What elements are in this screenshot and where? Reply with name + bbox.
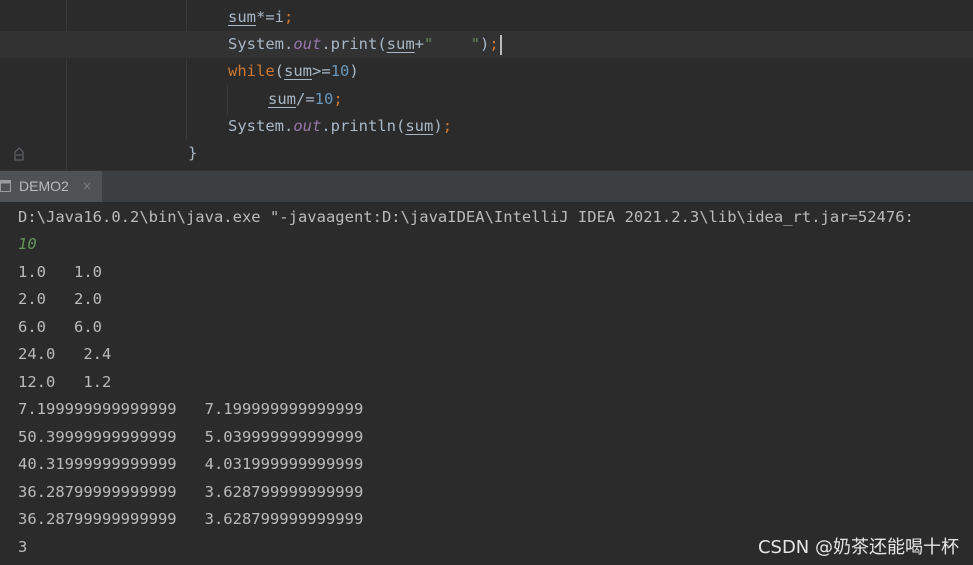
console-output-line: 12.0 1.2 <box>18 373 112 391</box>
code-line: sum/=10; <box>0 86 973 113</box>
watermark-text: CSDN @奶茶还能喝十杯 <box>757 537 959 558</box>
console-window-icon <box>0 180 11 192</box>
code-line: } <box>0 140 973 167</box>
code-line: while(sum>=10) <box>0 58 973 85</box>
code-token-variable: sum <box>284 62 313 80</box>
code-token-paren: ) <box>349 62 359 80</box>
console-output-line: 3 <box>18 538 28 556</box>
run-console[interactable]: D:\Java16.0.2\bin\java.exe "-javaagent:D… <box>0 202 973 565</box>
close-icon[interactable]: × <box>82 171 92 202</box>
code-token-class: System <box>228 35 284 53</box>
code-token-paren: ) <box>433 117 443 135</box>
run-tool-window-tabbar: DEMO2 × <box>0 170 973 203</box>
code-token-class: System <box>228 117 284 135</box>
code-line: sum*=i; <box>0 4 973 31</box>
code-token-semicolon: ; <box>489 35 499 53</box>
console-output-line: 1.0 1.0 <box>18 263 102 281</box>
code-editor[interactable]: sum*=i; System.out.print(sum+" "); while… <box>0 0 973 170</box>
code-token-variable: sum <box>268 90 296 108</box>
code-line: System.out.println(sum); <box>0 113 973 140</box>
code-token-number: 10 <box>330 62 350 80</box>
code-token-semicolon: ; <box>442 117 453 135</box>
code-line-current: System.out.print(sum+" "); <box>0 31 973 58</box>
code-token-paren: ) <box>480 35 490 53</box>
code-token-keyword: while <box>228 62 275 80</box>
code-token-dot: . <box>284 35 294 53</box>
code-token-field: out <box>293 117 322 135</box>
console-output-line: 24.0 2.4 <box>18 345 112 363</box>
code-token-semicolon: ; <box>284 8 294 26</box>
console-user-input: 10 <box>18 235 37 253</box>
code-token-operator: >= <box>312 62 331 80</box>
code-token-variable: sum <box>405 117 434 135</box>
console-output-line: 50.39999999999999 5.039999999999999 <box>18 428 364 446</box>
code-token-variable: sum <box>228 8 256 26</box>
console-command-line: D:\Java16.0.2\bin\java.exe "-javaagent:D… <box>18 208 914 226</box>
code-token-paren: ( <box>274 62 285 80</box>
code-token-operator: /= <box>296 90 315 108</box>
code-token-string: " " <box>424 35 481 53</box>
console-output-line: 36.28799999999999 3.628799999999999 <box>18 510 364 528</box>
run-tab-label: DEMO2 <box>19 178 69 194</box>
run-tab-demo2[interactable]: DEMO2 × <box>0 171 102 202</box>
code-token-semicolon: ; <box>333 90 343 108</box>
code-token-operator: + <box>414 35 425 53</box>
ide-window: sum*=i; System.out.print(sum+" "); while… <box>0 0 973 565</box>
code-token-field: out <box>293 35 322 53</box>
console-output-line: 2.0 2.0 <box>18 290 102 308</box>
console-output-line: 36.28799999999999 3.628799999999999 <box>18 483 364 501</box>
code-token-method-call: .println( <box>321 117 406 135</box>
code-token-dot: . <box>284 117 294 135</box>
code-token-method-call: .print( <box>321 35 387 53</box>
code-token-variable: sum <box>386 35 415 53</box>
code-token-operator: *=i <box>256 8 284 26</box>
text-caret <box>499 34 502 55</box>
console-output-line: 7.199999999999999 7.199999999999999 <box>18 400 364 418</box>
console-output-line: 6.0 6.0 <box>18 318 102 336</box>
code-token-number: 10 <box>314 90 334 108</box>
console-output-line: 40.31999999999999 4.031999999999999 <box>18 455 364 473</box>
code-token-brace: } <box>188 144 198 162</box>
